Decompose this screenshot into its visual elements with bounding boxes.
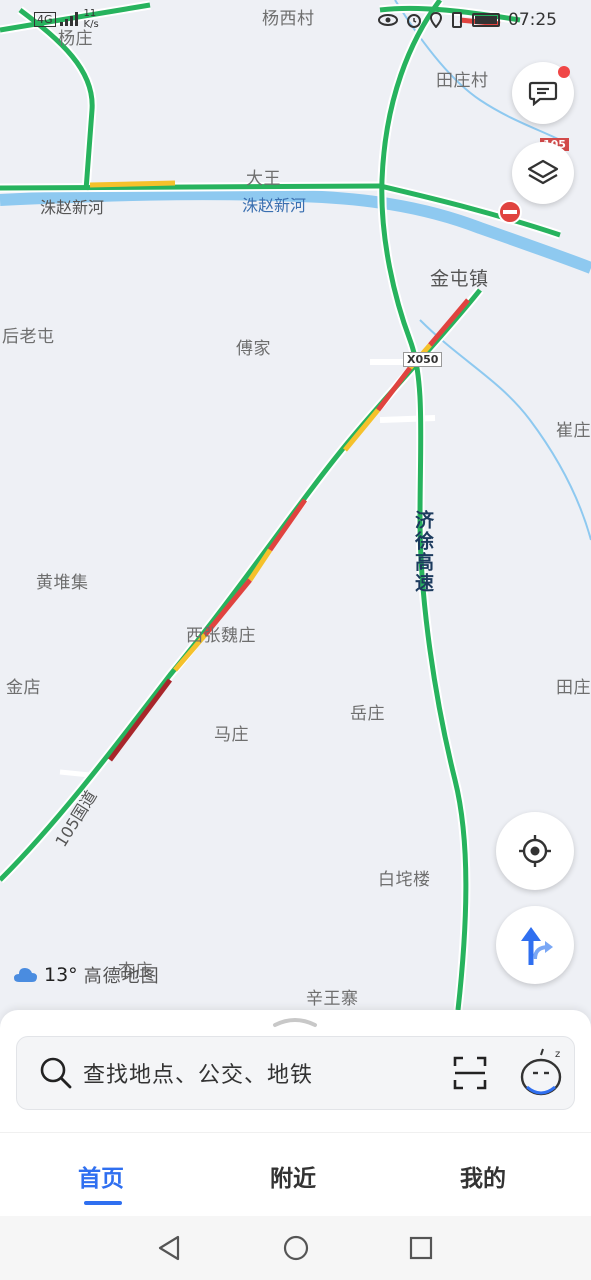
- place-label: 岳庄: [350, 704, 385, 724]
- place-label: 马庄: [214, 725, 249, 745]
- tab-home[interactable]: 首页: [78, 1159, 124, 1193]
- speed-indicator: 11 K/s: [84, 8, 99, 30]
- location-icon: [430, 12, 442, 28]
- system-nav-bar: [0, 1216, 591, 1280]
- recents-icon[interactable]: [408, 1235, 434, 1261]
- place-label: 大王: [246, 169, 281, 189]
- temperature: 13°: [44, 964, 78, 986]
- messages-button[interactable]: [512, 62, 574, 124]
- bottom-tabs: 首页 附近 我的: [0, 1132, 591, 1216]
- speed-value: 11: [83, 8, 97, 19]
- eye-icon: [378, 14, 398, 26]
- place-label: 西张魏庄: [186, 626, 256, 646]
- network-indicator: 4G: [34, 11, 56, 27]
- place-label: 崔庄: [556, 421, 591, 441]
- tab-nearby[interactable]: 附近: [270, 1159, 316, 1193]
- scan-icon[interactable]: [453, 1056, 487, 1090]
- locate-button[interactable]: [496, 812, 574, 890]
- locate-icon: [519, 835, 551, 867]
- place-label: 后老屯: [2, 327, 55, 347]
- home-icon[interactable]: [282, 1234, 310, 1262]
- speed-unit: K/s: [83, 19, 99, 30]
- route-button[interactable]: [496, 906, 574, 984]
- svg-text:z: z: [555, 1049, 560, 1060]
- highway-label: 济徐高速: [412, 510, 434, 594]
- place-label: 田庄: [556, 678, 591, 698]
- place-label: 傅家: [236, 339, 271, 359]
- weather-widget[interactable]: 13° 高德地图: [12, 962, 160, 988]
- status-right: 07:25: [378, 10, 557, 30]
- place-label: 辛王寨: [306, 989, 359, 1009]
- sheet-handle[interactable]: [272, 1014, 318, 1028]
- battery-icon: [472, 13, 500, 27]
- tab-mine[interactable]: 我的: [460, 1159, 506, 1193]
- vibrate-icon: [452, 12, 462, 28]
- search-input[interactable]: 查找地点、公交、地铁: [83, 1057, 313, 1089]
- signal-icon: [59, 12, 78, 26]
- place-label: 白垞楼: [378, 870, 431, 890]
- brand-logo: 高德地图: [83, 966, 160, 987]
- back-icon[interactable]: [156, 1234, 182, 1262]
- town-label: 金屯镇: [430, 268, 489, 290]
- alarm-icon: [407, 14, 421, 28]
- message-icon: [528, 81, 558, 106]
- place-label: 黄堆集: [36, 573, 89, 593]
- river-label: 洙赵新河: [242, 196, 307, 215]
- status-bar: 4G 11 K/s 07:25: [0, 0, 591, 44]
- notification-dot: [558, 66, 570, 78]
- search-bar[interactable]: 查找地点、公交、地铁 z: [16, 1036, 575, 1110]
- layers-icon: [527, 159, 559, 185]
- cloud-icon: [14, 968, 37, 982]
- route-icon: [521, 927, 553, 965]
- assistant-icon[interactable]: z: [519, 1047, 567, 1097]
- place-label: 田庄村: [436, 71, 489, 91]
- search-icon: [40, 1057, 72, 1089]
- river-label: 洙赵新河: [40, 198, 105, 217]
- road-shield: X050: [403, 352, 443, 367]
- bottom-sheet: 查找地点、公交、地铁 z 首页 附近 我的: [0, 1010, 591, 1280]
- layers-button[interactable]: [512, 142, 574, 204]
- status-time: 07:25: [508, 10, 557, 30]
- status-left: 4G 11 K/s: [34, 8, 99, 30]
- active-tab-indicator: [84, 1201, 122, 1205]
- place-label: 金店: [6, 678, 41, 698]
